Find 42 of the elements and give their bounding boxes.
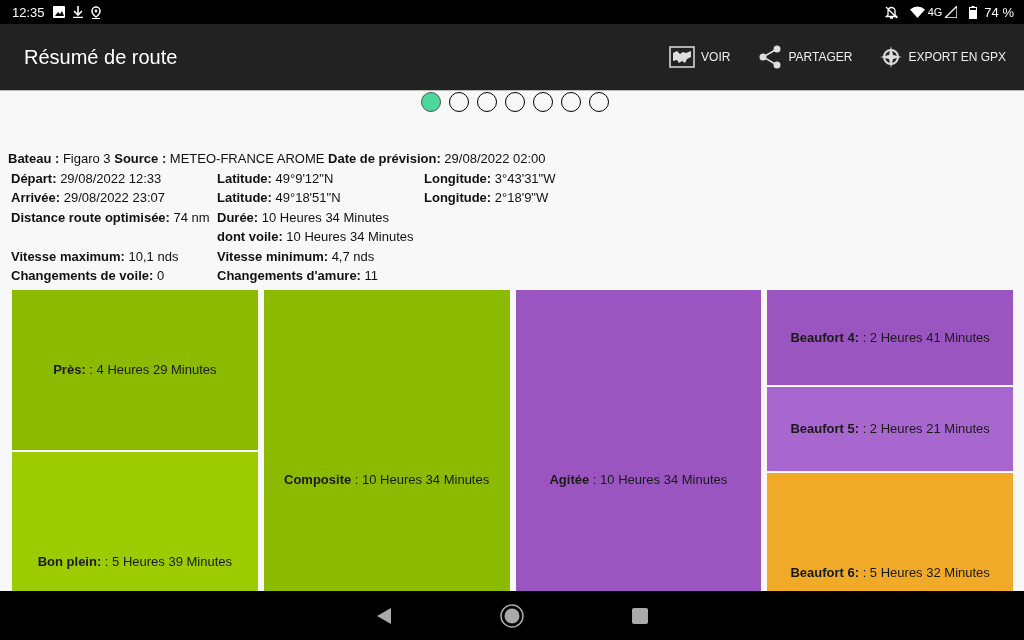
download-icon xyxy=(72,6,83,18)
summary-field: Distance route optimisée: 74 nm xyxy=(11,207,217,227)
action-button[interactable]: EXPORT EN GPX xyxy=(872,39,1014,75)
compass-icon[interactable] xyxy=(880,46,903,68)
map-icon[interactable] xyxy=(669,46,696,68)
signal-icon xyxy=(945,6,958,18)
tile-label: Agitée : 10 Heures 34 Minutes xyxy=(549,472,728,487)
summary-field: Départ: 29/08/2022 12:33 xyxy=(11,168,217,188)
muted-bell-icon xyxy=(884,5,898,19)
tile-label: Beaufort 4: : 2 Heures 41 Minutes xyxy=(790,329,990,345)
summary-field: Longitude: 3°43'31"W xyxy=(424,168,1024,188)
summary-field: Latitude: 49°9'12"N xyxy=(217,168,424,188)
battery-icon xyxy=(969,5,978,19)
tile-label: Près: : 4 Heures 29 Minutes xyxy=(53,362,217,377)
home-icon[interactable] xyxy=(500,603,524,628)
battery-percentage: 74 % xyxy=(984,4,1014,20)
summary-field: Durée: 10 Heures 34 Minutes xyxy=(217,207,424,227)
summary-field: Arrivée: 29/08/2022 23:07 xyxy=(11,188,217,208)
tile-label: Beaufort 5: : 2 Heures 21 Minutes xyxy=(790,421,990,436)
boat-source-line: Bateau : Figaro 3 Source : METEO-FRANCE AROME Date de prévision: 29/08/2022 02:00 xyxy=(8,150,547,168)
clock-time: 12:35 xyxy=(12,4,45,20)
location-pin-icon xyxy=(90,5,101,19)
summary-field: Vitesse minimum: 4,7 nds xyxy=(217,246,424,266)
summary-field: Changements d'amure: 11 xyxy=(217,266,424,286)
summary-field: Longitude: 2°18'9"W xyxy=(424,188,1024,208)
network-type: 4G xyxy=(927,6,943,18)
image-icon xyxy=(52,6,65,18)
action-button[interactable]: PARTAGER xyxy=(750,39,861,75)
screen-title: Résumé de route xyxy=(24,45,179,69)
tile-label: Composite : 10 Heures 34 Minutes xyxy=(284,472,490,487)
summary-field: Vitesse maximum: 10,1 nds xyxy=(11,246,217,266)
summary-field: Latitude: 49°18'51"N xyxy=(217,188,424,208)
summary-field: dont voile: 10 Heures 34 Minutes xyxy=(217,227,424,247)
tile-label: Bon plein: : 5 Heures 39 Minutes xyxy=(37,554,233,569)
action-button[interactable]: VOIR xyxy=(661,39,739,75)
recent-apps-icon[interactable] xyxy=(632,607,648,624)
summary-field: Changements de voile: 0 xyxy=(11,266,217,286)
back-icon[interactable] xyxy=(376,606,392,625)
wifi-icon xyxy=(909,6,925,18)
share-icon[interactable] xyxy=(758,45,783,69)
page-indicator-dot[interactable] xyxy=(420,92,441,112)
tile-label: Beaufort 6: : 5 Heures 32 Minutes xyxy=(790,564,990,580)
